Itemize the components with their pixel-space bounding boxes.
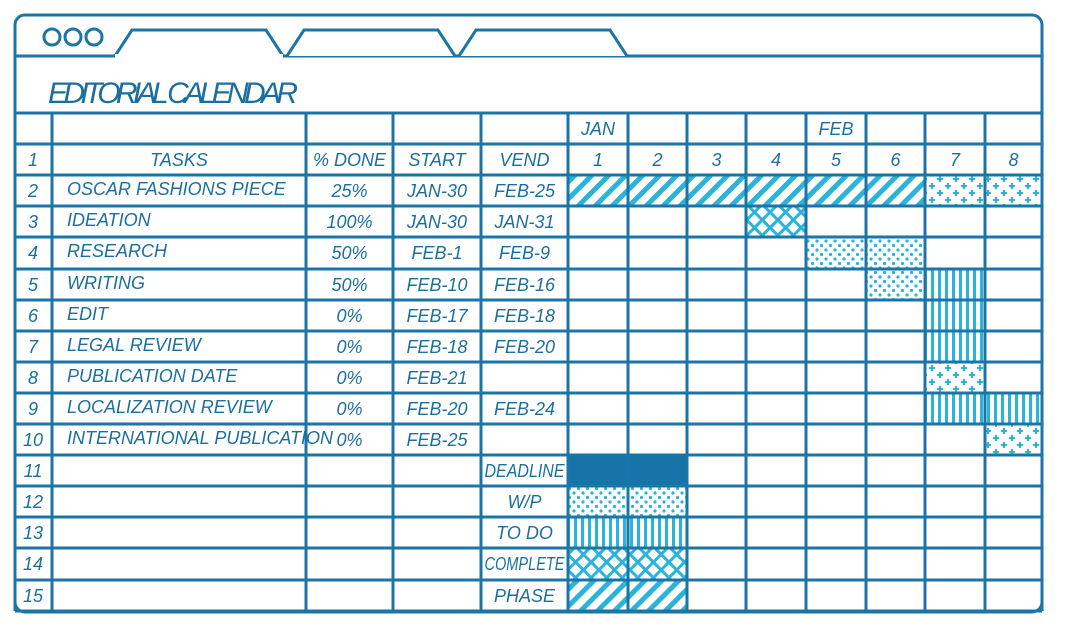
row-number: 2: [27, 181, 38, 201]
task-name: INTERNATIONAL PUBLICATION: [67, 428, 334, 448]
task-name: WRITING: [67, 273, 145, 293]
task-start: FEB-18: [406, 337, 467, 357]
row-number: 13: [23, 523, 43, 543]
row-number: 6: [28, 306, 39, 326]
legend-label: PHASE: [494, 586, 556, 606]
task-percent-done: 0%: [336, 306, 362, 326]
task-start: FEB-20: [406, 399, 467, 419]
task-end: FEB-16: [494, 275, 556, 295]
task-name: RESEARCH: [67, 241, 168, 261]
day-label: 2: [651, 150, 662, 170]
task-percent-done: 0%: [336, 430, 362, 450]
task-start: FEB-17: [406, 306, 468, 326]
row-number: 7: [28, 337, 39, 357]
browser-tab-3[interactable]: [457, 28, 629, 57]
task-percent-done: 50%: [331, 243, 367, 263]
month-label: FEB: [818, 119, 853, 139]
gantt-bar-wp[interactable]: [866, 269, 925, 300]
gantt-bar-complete[interactable]: [746, 206, 806, 237]
row-number: 5: [28, 275, 39, 295]
task-end: FEB-18: [494, 306, 555, 326]
task-start: FEB-25: [406, 430, 468, 450]
month-label: JAN: [580, 119, 616, 139]
task-name: OSCAR FASHIONS PIECE: [67, 179, 287, 199]
row-number: 9: [28, 399, 38, 419]
legend-label: DEADLINE: [485, 461, 566, 481]
row-number: 11: [24, 461, 43, 481]
gantt-bar-todo[interactable]: [925, 331, 985, 362]
task-name: EDIT: [67, 304, 110, 324]
task-name: LEGAL REVIEW: [67, 335, 203, 355]
task-start: FEB-21: [406, 368, 467, 388]
gantt-bar-cross[interactable]: [985, 424, 1042, 455]
legend-label: W/P: [508, 492, 542, 512]
legend-label: TO DO: [496, 523, 553, 543]
day-label: 3: [711, 150, 721, 170]
header-end: VEND: [499, 150, 549, 170]
header-done: % DONE: [313, 150, 387, 170]
task-percent-done: 25%: [330, 181, 367, 201]
task-percent-done: 0%: [336, 368, 362, 388]
day-label: 7: [950, 150, 961, 170]
row-number: 10: [23, 430, 43, 450]
task-percent-done: 0%: [336, 337, 362, 357]
task-percent-done: 50%: [331, 275, 367, 295]
row-number: 4: [28, 243, 38, 263]
task-percent-done: 0%: [336, 399, 362, 419]
task-start: JAN-30: [406, 181, 467, 201]
browser-tab-1[interactable]: [113, 28, 285, 57]
header-start: START: [408, 150, 467, 170]
task-end: FEB-20: [494, 337, 555, 357]
task-start: FEB-1: [411, 243, 462, 263]
browser-tab-2[interactable]: [285, 28, 457, 57]
header-tasks: TASKS: [150, 150, 208, 170]
gantt-bar-cross[interactable]: [925, 362, 985, 393]
task-name: LOCALIZATION REVIEW: [67, 397, 274, 417]
task-end: JAN-31: [493, 212, 554, 232]
row-number: 12: [23, 492, 43, 512]
row-number: 1: [28, 150, 38, 170]
day-label: 5: [831, 150, 842, 170]
gantt-bar-todo[interactable]: [925, 300, 985, 331]
row-number: 8: [28, 368, 38, 388]
task-start: FEB-10: [406, 275, 467, 295]
day-label: 1: [593, 150, 603, 170]
gantt-bar-todo[interactable]: [925, 269, 985, 300]
task-end: FEB-25: [494, 181, 556, 201]
legend-label: COMPLETE: [485, 554, 566, 574]
day-label: 4: [771, 150, 781, 170]
task-name: PUBLICATION DATE: [67, 366, 238, 386]
row-number: 15: [23, 586, 44, 606]
day-label: 6: [890, 150, 901, 170]
row-number: 3: [28, 212, 38, 232]
day-label: 8: [1008, 150, 1018, 170]
task-percent-done: 100%: [326, 212, 372, 232]
task-start: JAN-30: [406, 212, 467, 232]
editorial-calendar: EDITORIAL CALENDAR JAN FEB TASKS % DONE STAR…: [13, 13, 1044, 614]
task-end: FEB-24: [494, 399, 555, 419]
task-end: FEB-9: [499, 243, 550, 263]
task-name: IDEATION: [67, 210, 152, 230]
row-number: 14: [23, 554, 43, 574]
page-title: EDITORIAL CALENDAR: [48, 77, 298, 110]
